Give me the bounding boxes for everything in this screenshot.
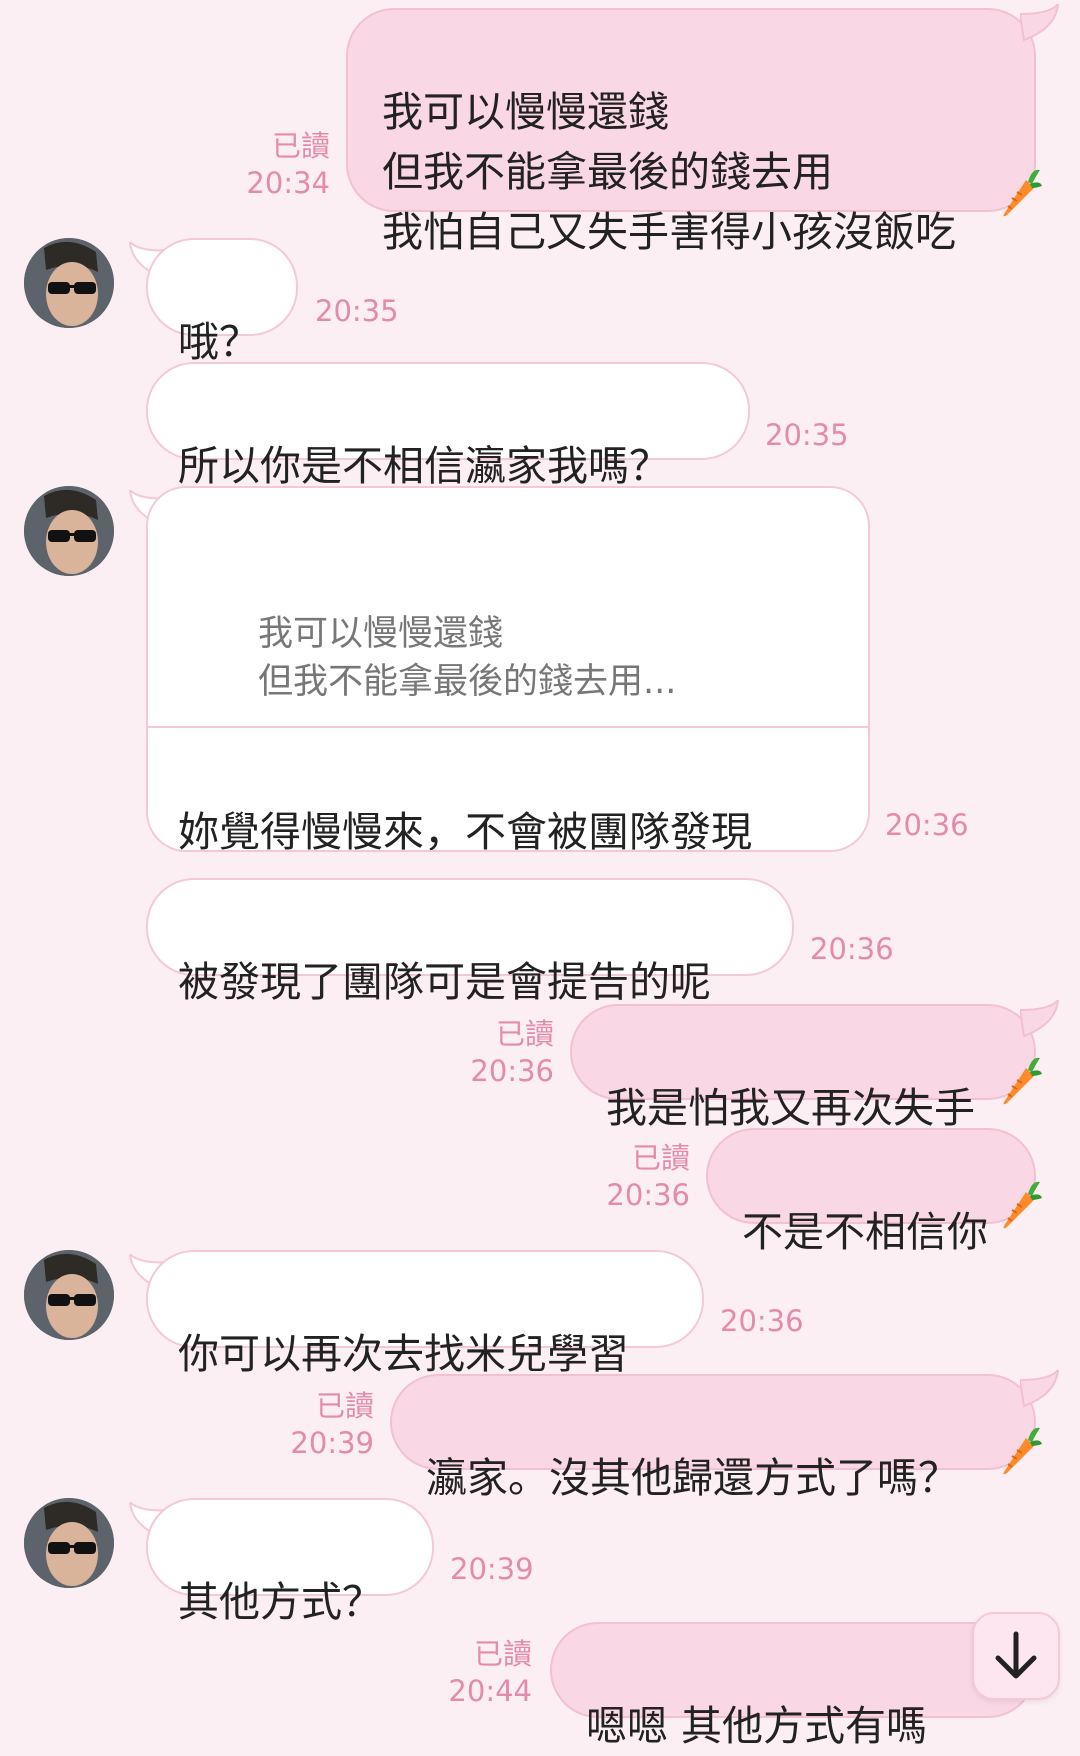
message-bubble[interactable]: 瀛家。沒其他歸還方式了嗎？: [390, 1374, 1042, 1502]
timestamp: 20:36: [606, 1178, 690, 1212]
contact-avatar[interactable]: [24, 486, 114, 576]
chat-area[interactable]: 已讀 20:34 我可以慢慢還錢 但我不能拿最後的錢去用 我怕自己又失手害得小孩…: [0, 0, 1080, 1750]
message-text: 妳覺得慢慢來，不會被團隊發現 挪用嗎: [178, 808, 752, 852]
timestamp: 20:35: [765, 418, 849, 452]
timestamp: 20:44: [448, 1674, 532, 1708]
message-text: 不是不相信你: [742, 1208, 988, 1256]
message-bubble[interactable]: 所以你是不相信瀛家我嗎？: [146, 362, 750, 490]
message-text: 其他方式？: [178, 1578, 383, 1626]
read-receipt: 已讀: [315, 1389, 374, 1423]
message-text: 瀛家。沒其他歸還方式了嗎？: [426, 1454, 959, 1502]
read-receipt: 已讀: [271, 129, 330, 163]
message-text: 我可以慢慢還錢 但我不能拿最後的錢去用 我怕自己又失手害得小孩沒飯吃: [382, 88, 956, 256]
bubble-tail: [1020, 1000, 1060, 1038]
timestamp: 20:36: [810, 932, 894, 966]
message-bubble[interactable]: 哦？: [146, 238, 298, 366]
message-bubble[interactable]: 不是不相信你: [706, 1128, 1042, 1256]
message-text: 我是怕我又再次失手: [606, 1084, 975, 1132]
carrot-sticker-icon: [1003, 1427, 1042, 1475]
timestamp: 20:36: [720, 1304, 804, 1338]
message-bubble[interactable]: 你可以再次去找米兒學習: [146, 1250, 704, 1378]
timestamp: 20:39: [450, 1552, 534, 1586]
message-text: 被發現了團隊可是會提告的呢: [178, 958, 711, 1006]
read-receipt: 已讀: [495, 1017, 554, 1051]
bubble-tail: [1020, 4, 1060, 42]
contact-avatar[interactable]: [24, 238, 114, 328]
timestamp: 20:39: [290, 1426, 374, 1460]
contact-avatar[interactable]: [24, 1498, 114, 1588]
carrot-sticker-icon: [1003, 1057, 1042, 1105]
message-bubble[interactable]: 嗯嗯 其他方式有嗎: [550, 1622, 1036, 1750]
message-bubble[interactable]: 被發現了團隊可是會提告的呢: [146, 878, 794, 1006]
contact-avatar[interactable]: [24, 1250, 114, 1340]
carrot-sticker-icon: [1003, 1181, 1042, 1229]
message-bubble[interactable]: 其他方式？: [146, 1498, 434, 1626]
timestamp: 20:35: [315, 294, 399, 328]
message-text: 嗯嗯 其他方式有嗎: [586, 1702, 928, 1750]
message-text: 所以你是不相信瀛家我嗎？: [178, 442, 670, 490]
read-receipt: 已讀: [631, 1141, 690, 1175]
message-bubble[interactable]: 我是怕我又再次失手: [570, 1004, 1042, 1132]
message-bubble[interactable]: 我可以慢慢還錢 但我不能拿最後的錢去用... 妳覺得慢慢來，不會被團隊發現 挪用…: [146, 486, 870, 852]
quoted-message[interactable]: 我可以慢慢還錢 但我不能拿最後的錢去用...: [148, 548, 868, 728]
timestamp: 20:36: [885, 808, 969, 842]
timestamp: 20:34: [246, 166, 330, 200]
message-text: 你可以再次去找米兒學習: [178, 1330, 629, 1378]
read-receipt: 已讀: [473, 1637, 532, 1671]
message-bubble[interactable]: 我可以慢慢還錢 但我不能拿最後的錢去用 我怕自己又失手害得小孩沒飯吃: [346, 8, 1042, 256]
carrot-sticker-icon: [1003, 169, 1042, 217]
timestamp: 20:36: [470, 1054, 554, 1088]
scroll-to-bottom-button[interactable]: [972, 1612, 1060, 1700]
message-text: 哦？: [178, 318, 260, 366]
arrow-down-icon: [995, 1631, 1037, 1679]
bubble-tail: [1020, 1370, 1060, 1408]
